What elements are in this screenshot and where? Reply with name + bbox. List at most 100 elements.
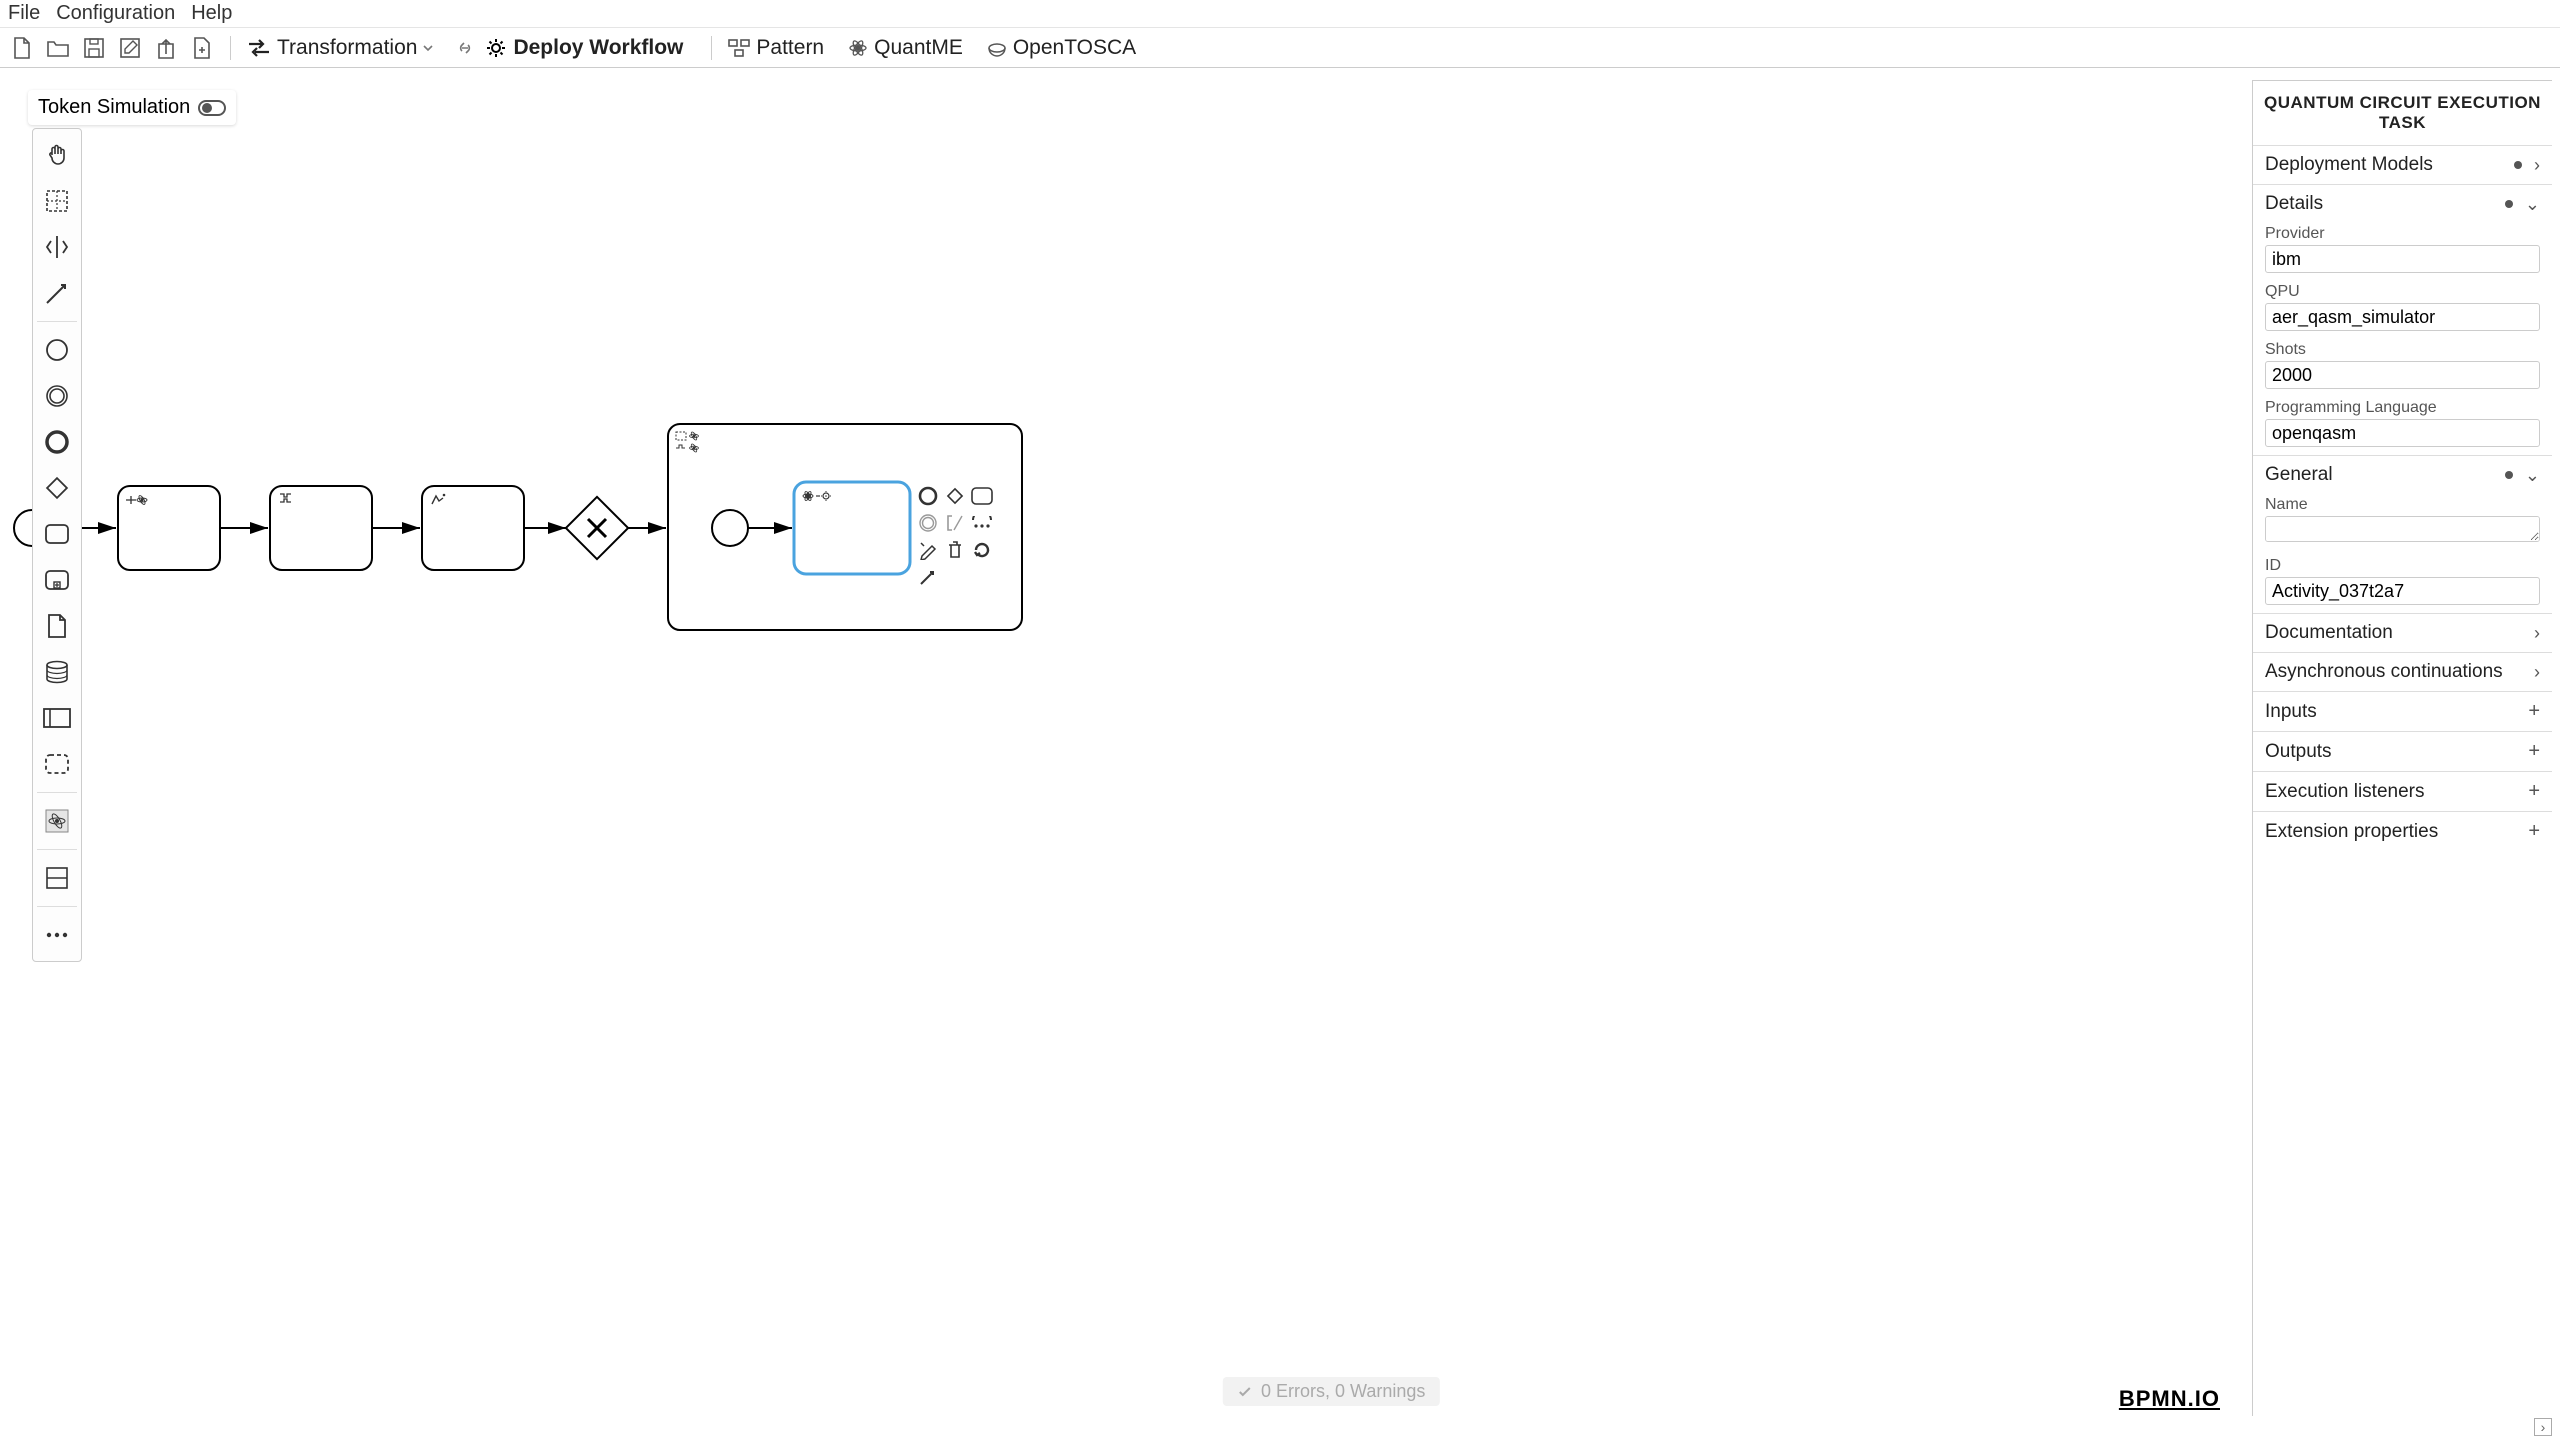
section-outputs[interactable]: Outputs +	[2253, 731, 2552, 771]
section-label: Details	[2265, 193, 2323, 215]
properties-panel: QUANTUM CIRCUIT EXECUTION TASK Deploymen…	[2252, 80, 2552, 1416]
quantme-label: QuantME	[874, 36, 963, 60]
properties-title: QUANTUM CIRCUIT EXECUTION TASK	[2253, 81, 2552, 145]
plus-icon[interactable]: +	[2528, 820, 2540, 843]
section-inputs[interactable]: Inputs +	[2253, 691, 2552, 731]
field-label: ID	[2265, 557, 2540, 575]
append-intermediate-event-icon[interactable]	[916, 511, 940, 535]
append-gateway-icon[interactable]	[943, 484, 967, 508]
status-bar[interactable]: 0 Errors, 0 Warnings	[1223, 1377, 1439, 1406]
section-execution-listeners[interactable]: Execution listeners +	[2253, 771, 2552, 811]
start-event-icon[interactable]	[35, 328, 79, 372]
quantme-button[interactable]: QuantME	[848, 36, 963, 60]
more-tools-icon[interactable]	[35, 913, 79, 957]
separator	[230, 36, 231, 60]
plus-icon[interactable]: +	[2528, 700, 2540, 723]
menubar: File Configuration Help	[0, 0, 2560, 28]
save-as-icon[interactable]	[114, 32, 146, 64]
section-label: Extension properties	[2265, 821, 2438, 843]
menu-help[interactable]: Help	[191, 2, 232, 25]
hand-tool-icon[interactable]	[35, 133, 79, 177]
more-actions-icon[interactable]	[970, 511, 994, 535]
bpmn-io-logo[interactable]: BPMN.IO	[2119, 1386, 2220, 1412]
data-store-icon[interactable]	[35, 650, 79, 694]
dropdown-icon	[423, 43, 433, 53]
field-id: ID	[2253, 555, 2552, 613]
group-icon[interactable]	[35, 742, 79, 786]
quantum-palette-icon[interactable]	[35, 799, 79, 843]
chevron-down-icon: ⌄	[2525, 194, 2540, 215]
field-label: QPU	[2265, 283, 2540, 301]
name-input[interactable]	[2265, 516, 2540, 542]
section-label: Asynchronous continuations	[2265, 661, 2503, 683]
append-end-event-icon[interactable]	[916, 484, 940, 508]
export-icon[interactable]	[186, 32, 218, 64]
chevron-right-icon: ›	[2534, 662, 2540, 683]
field-qpu: QPU	[2253, 281, 2552, 339]
upload-icon[interactable]	[150, 32, 182, 64]
status-text: 0 Errors, 0 Warnings	[1261, 1381, 1425, 1402]
delete-icon[interactable]	[943, 538, 967, 562]
opentosca-button[interactable]: OpenTOSCA	[987, 36, 1136, 60]
section-details[interactable]: Details ⌄	[2253, 184, 2552, 223]
append-task-icon[interactable]	[970, 484, 994, 508]
task-1[interactable]	[118, 486, 220, 570]
loop-icon[interactable]	[970, 538, 994, 562]
deploy-workflow-button[interactable]: Deploy Workflow	[485, 36, 683, 60]
field-name: Name	[2253, 494, 2552, 555]
pattern-button[interactable]: Pattern	[728, 36, 824, 60]
id-input[interactable]	[2265, 577, 2540, 605]
annotation-icon[interactable]	[943, 511, 967, 535]
panel-collapse-handle[interactable]: ›	[2534, 1418, 2552, 1436]
section-general[interactable]: General ⌄	[2253, 455, 2552, 494]
provider-input[interactable]	[2265, 245, 2540, 273]
field-label: Programming Language	[2265, 399, 2540, 417]
pattern-palette-icon[interactable]	[35, 856, 79, 900]
section-extension-properties[interactable]: Extension properties +	[2253, 811, 2552, 851]
subprocess-start-event[interactable]	[712, 510, 748, 546]
save-icon[interactable]	[78, 32, 110, 64]
token-simulation-toggle[interactable]: Token Simulation	[28, 90, 236, 125]
plus-icon[interactable]: +	[2528, 780, 2540, 803]
change-type-icon[interactable]	[916, 538, 940, 562]
transformation-button[interactable]: Transformation	[247, 36, 433, 60]
new-file-icon[interactable]	[6, 32, 38, 64]
data-object-icon[interactable]	[35, 604, 79, 648]
participant-icon[interactable]	[35, 696, 79, 740]
token-simulation-label: Token Simulation	[38, 96, 190, 119]
bpmn-diagram[interactable]	[0, 68, 1200, 768]
chevron-right-icon: ›	[2534, 155, 2540, 176]
section-label: Inputs	[2265, 701, 2317, 723]
chevron-down-icon: ⌄	[2525, 465, 2540, 486]
qpu-input[interactable]	[2265, 303, 2540, 331]
dot-icon	[2505, 200, 2513, 208]
toolbar: Transformation Deploy Workflow Pattern Q…	[0, 28, 2560, 68]
shots-input[interactable]	[2265, 361, 2540, 389]
gear-icon	[485, 37, 507, 59]
section-deployment-models[interactable]: Deployment Models ›	[2253, 145, 2552, 184]
connect-icon[interactable]	[916, 565, 940, 589]
language-input[interactable]	[2265, 419, 2540, 447]
gateway-icon[interactable]	[35, 466, 79, 510]
palette-separator	[37, 792, 77, 793]
check-icon	[1237, 1384, 1253, 1400]
space-tool-icon[interactable]	[35, 225, 79, 269]
transformation-label: Transformation	[277, 36, 417, 60]
plus-icon[interactable]: +	[2528, 740, 2540, 763]
menu-file[interactable]: File	[8, 2, 40, 25]
task-icon[interactable]	[35, 512, 79, 556]
section-documentation[interactable]: Documentation ›	[2253, 613, 2552, 652]
opentosca-icon	[987, 38, 1007, 58]
section-label: Deployment Models	[2265, 154, 2433, 176]
menu-configuration[interactable]: Configuration	[56, 2, 175, 25]
end-event-icon[interactable]	[35, 420, 79, 464]
open-folder-icon[interactable]	[42, 32, 74, 64]
subprocess-icon[interactable]	[35, 558, 79, 602]
intermediate-event-icon[interactable]	[35, 374, 79, 418]
link-icon[interactable]	[453, 32, 477, 64]
connect-tool-icon[interactable]	[35, 271, 79, 315]
separator	[711, 36, 712, 60]
quantum-circuit-execution-task[interactable]	[794, 482, 910, 574]
lasso-tool-icon[interactable]	[35, 179, 79, 223]
section-async-continuations[interactable]: Asynchronous continuations ›	[2253, 652, 2552, 691]
